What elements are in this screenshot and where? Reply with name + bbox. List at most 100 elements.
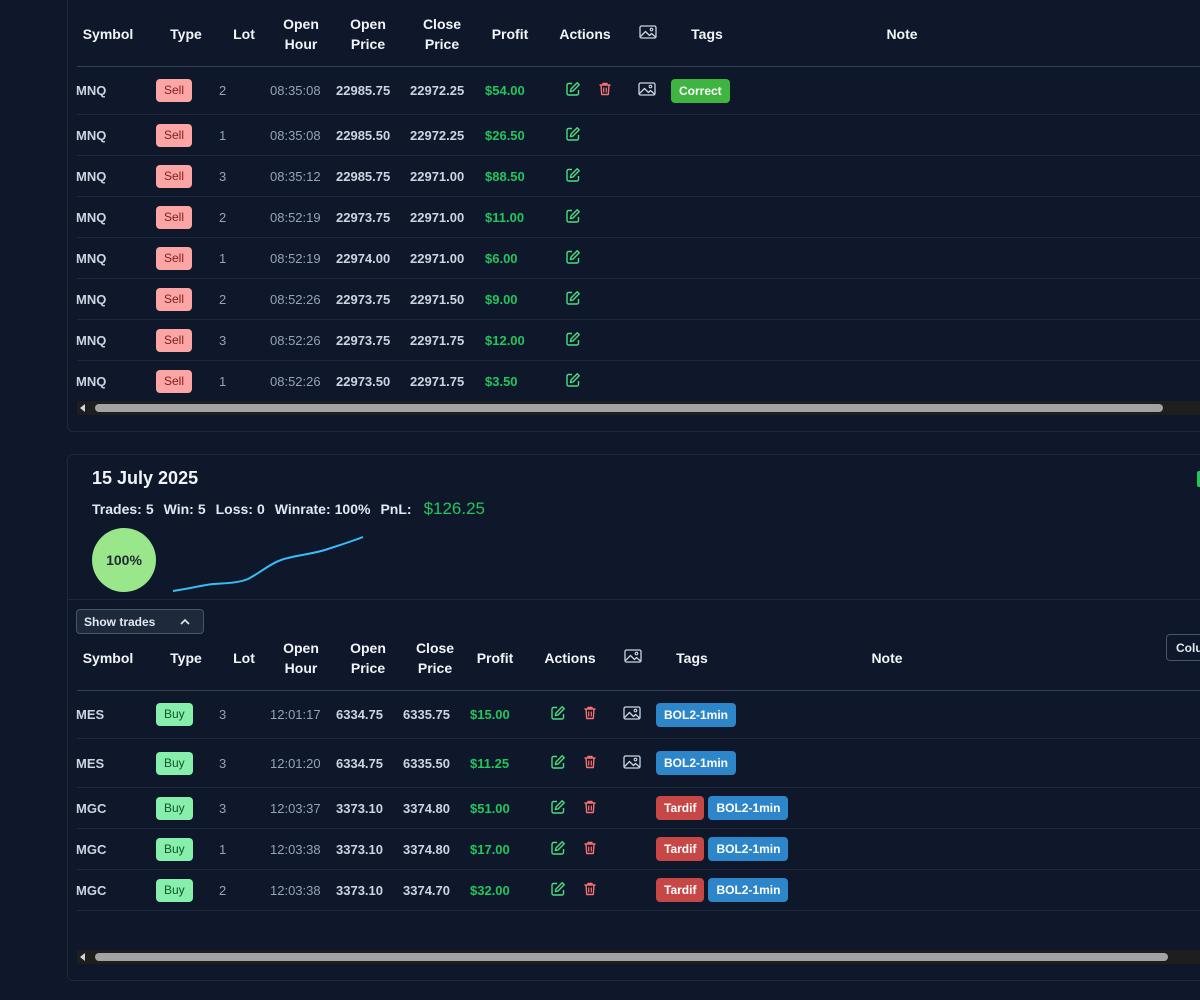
table-row: MES Buy 3 12:01:17 6334.75 6335.75 $15.00 BOL2-… [76, 691, 1200, 739]
type-cell: Buy [156, 870, 193, 910]
header-actions-text: Actions [559, 26, 611, 42]
header-open-price-text: Open [350, 640, 386, 656]
lot-cell: 2 [219, 291, 227, 307]
header-type-text: Type [170, 26, 202, 42]
tag-badge[interactable]: Correct [671, 78, 730, 103]
edit-icon[interactable] [550, 840, 566, 859]
trading-journal-page: Symbol Type Lot Open Hour Open Price Close Price… [0, 0, 1200, 1000]
edit-icon[interactable] [565, 81, 581, 100]
tag-badge[interactable]: Tardif [656, 878, 705, 902]
image-icon[interactable] [623, 705, 641, 724]
header-symbol-text: Symbol [82, 650, 134, 666]
scroll-left-arrow[interactable] [80, 953, 85, 961]
close-price-cell: 22971.00 [410, 209, 465, 225]
close-price-cell: 6335.75 [403, 707, 450, 722]
tag-badge[interactable]: BOL2-1min [656, 751, 737, 775]
header-open-hour-text: Hour [284, 36, 318, 52]
edit-icon[interactable] [550, 799, 566, 818]
table-row: MNQ Sell 1 08:52:19 22974.00 22971.00 $6.00 [76, 238, 1200, 279]
edit-icon[interactable] [565, 208, 581, 227]
edit-icon[interactable] [565, 126, 581, 145]
delete-icon[interactable] [582, 840, 598, 859]
edit-icon[interactable] [565, 167, 581, 186]
actions-cell [565, 361, 581, 401]
type-cell: Sell [156, 197, 193, 237]
tag-badge[interactable]: BOL2-1min [708, 796, 789, 820]
profit-cell: $88.50 [485, 168, 525, 184]
image-icon[interactable] [623, 754, 641, 773]
tag-badge[interactable]: Tardif [656, 796, 705, 820]
open-hour-cell: 08:52:26 [270, 373, 321, 389]
actions-cell [565, 279, 581, 319]
tags-cell: Correct [671, 67, 734, 114]
header-lot-text: Lot [233, 650, 255, 666]
horizontal-scrollbar[interactable] [77, 401, 1200, 415]
edit-icon[interactable] [550, 881, 566, 900]
header-actions: Actions [536, 625, 604, 691]
actions-cell [565, 67, 613, 114]
open-price-cell: 3373.10 [336, 841, 383, 857]
delete-icon[interactable] [582, 754, 598, 773]
delete-icon[interactable] [582, 881, 598, 900]
header-profit: Profit [470, 625, 520, 691]
open-hour-cell: 08:35:12 [270, 168, 321, 184]
divider [68, 599, 1200, 600]
table-row: MNQ Sell 3 08:35:12 22985.75 22971.00 $88.50 [76, 156, 1200, 197]
actions-cell [565, 156, 581, 196]
loss-value: 0 [256, 501, 265, 517]
lot-cell: 3 [219, 168, 227, 184]
tag-badge[interactable]: BOL2-1min [656, 702, 737, 727]
edit-icon[interactable] [565, 372, 581, 391]
symbol-cell: MNQ [76, 250, 107, 266]
lot-cell: 1 [219, 127, 227, 143]
actions-cell [550, 691, 598, 738]
profit-cell: $11.00 [485, 209, 525, 225]
sell-badge: Sell [156, 164, 193, 188]
table-row: MNQ Sell 3 08:52:26 22973.75 22971.75 $12.00 [76, 320, 1200, 361]
profit-cell: $15.00 [470, 707, 510, 722]
header-note: Note [762, 625, 1012, 691]
sell-badge: Sell [156, 123, 193, 147]
symbol-cell: MNQ [76, 209, 107, 225]
symbol-cell: MNQ [76, 291, 107, 307]
type-cell: Buy [156, 739, 193, 787]
tag-badge[interactable]: Tardif [656, 837, 705, 861]
header-note-text: Note [886, 26, 918, 42]
scrollbar-thumb[interactable] [95, 953, 1168, 961]
open-hour-cell: 08:52:26 [270, 332, 321, 348]
buy-badge: Buy [156, 878, 193, 902]
header-close-price-text: Close [422, 16, 462, 32]
close-price-cell: 3374.70 [403, 882, 450, 898]
edit-icon[interactable] [565, 331, 581, 350]
edit-icon[interactable] [565, 249, 581, 268]
open-hour-cell: 12:03:37 [270, 800, 321, 816]
tag-badge[interactable]: BOL2-1min [708, 837, 789, 861]
lot-cell: 3 [219, 800, 227, 816]
edit-icon[interactable] [550, 754, 566, 773]
delete-icon[interactable] [582, 705, 598, 724]
lot-cell: 1 [219, 373, 227, 389]
horizontal-scrollbar[interactable] [77, 950, 1200, 964]
delete-icon[interactable] [582, 799, 598, 818]
edit-icon[interactable] [565, 290, 581, 309]
scroll-left-arrow[interactable] [80, 404, 85, 412]
actions-cell [565, 115, 581, 155]
table-row: MGC Buy 3 12:03:37 3373.10 3374.80 $51.00 Tardi… [76, 788, 1200, 829]
table-body: MNQ Sell 2 08:35:08 22985.75 22972.25 $54.00 Co… [76, 67, 1200, 402]
buy-badge: Buy [156, 751, 193, 775]
open-hour-cell: 12:03:38 [270, 882, 321, 898]
table-row: MNQ Sell 2 08:35:08 22985.75 22972.25 $54.00 Co… [76, 67, 1200, 115]
delete-icon[interactable] [597, 81, 613, 100]
day-stats: Trades: 5 Win: 5 Loss: 0 Winrate: 100% P… [92, 499, 489, 519]
header-open-price-text: Open [350, 16, 386, 32]
type-cell: Buy [156, 788, 193, 828]
scrollbar-thumb[interactable] [95, 404, 1163, 412]
edit-icon[interactable] [550, 705, 566, 724]
lot-cell: 1 [219, 841, 227, 857]
header-type: Type [156, 1, 216, 67]
image-icon[interactable] [638, 81, 656, 100]
tag-badge[interactable]: BOL2-1min [708, 878, 789, 902]
type-cell: Sell [156, 320, 193, 360]
profit-cell: $12.00 [485, 332, 525, 348]
header-image [637, 1, 659, 67]
